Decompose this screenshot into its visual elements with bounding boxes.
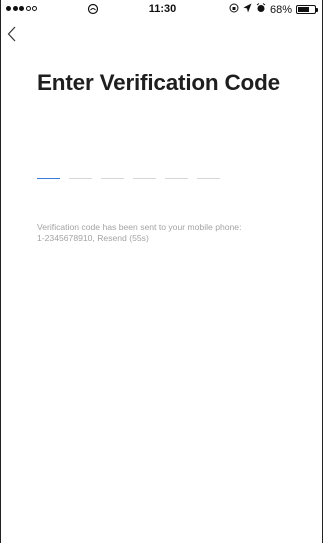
orientation-lock-icon (229, 3, 239, 16)
battery-fill (298, 7, 309, 12)
location-icon (243, 3, 252, 16)
code-digit-slot[interactable] (197, 170, 220, 179)
code-digit-slot[interactable] (101, 170, 124, 179)
chevron-left-icon (7, 26, 16, 42)
status-right-group: 68% (229, 3, 318, 16)
page-title: Enter Verification Code (37, 70, 280, 95)
status-bar: 11:30 68% (1, 0, 322, 20)
hint-message: Verification code has been sent to your … (37, 222, 242, 232)
back-button[interactable] (7, 22, 33, 46)
code-digit-slot[interactable] (69, 170, 92, 179)
verification-hint: Verification code has been sent to your … (37, 222, 309, 244)
code-digit-slot[interactable] (133, 170, 156, 179)
code-digit-slot[interactable] (37, 170, 60, 179)
hint-phone: 1-2345678910, (37, 233, 95, 243)
code-digit-slot[interactable] (165, 170, 188, 179)
verification-code-input[interactable] (37, 170, 220, 179)
resend-link[interactable]: Resend (55s) (97, 233, 149, 243)
battery-percent: 68% (269, 3, 292, 16)
phone-screen: 11:30 68% Enter Verification Code Verifi… (0, 0, 323, 543)
alarm-icon (256, 3, 266, 16)
battery-icon (296, 5, 318, 14)
